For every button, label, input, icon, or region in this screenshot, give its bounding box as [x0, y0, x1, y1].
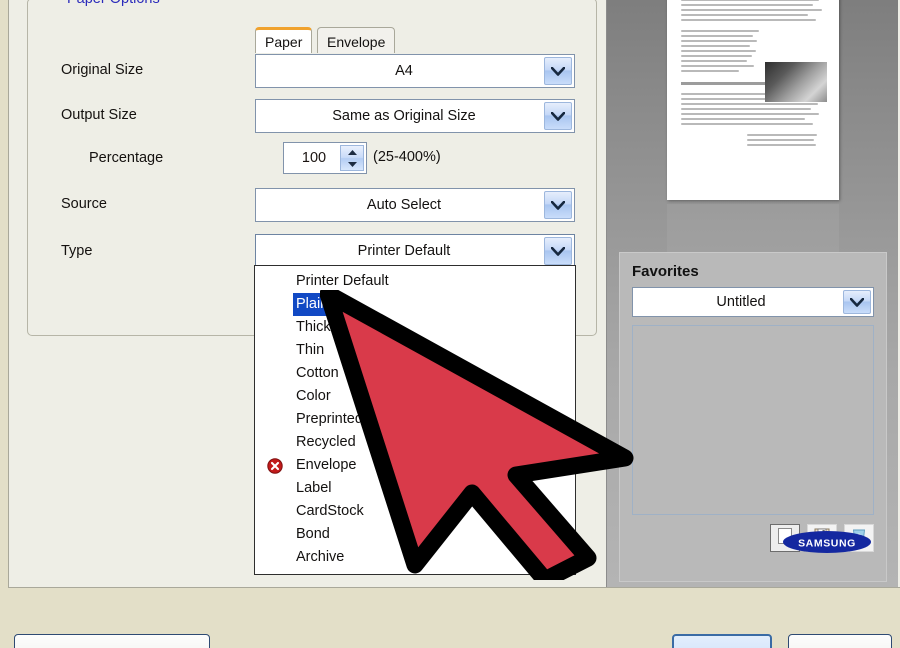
type-option-label: Printer Default [293, 270, 392, 293]
favorites-title: Favorites [632, 263, 874, 280]
type-option-label: Archive [293, 546, 347, 569]
bottom-left-button[interactable] [14, 634, 210, 648]
type-option-label: CardStock [293, 500, 367, 523]
chevron-down-icon[interactable] [544, 57, 572, 85]
type-option[interactable]: Envelope [255, 454, 575, 477]
bottom-cancel-button[interactable] [788, 634, 892, 648]
type-option[interactable]: Bond [255, 523, 575, 546]
favorites-selected-value: Untitled [633, 294, 873, 310]
original-size-value: A4 [256, 63, 574, 79]
favorites-combobox[interactable]: Untitled [632, 287, 874, 317]
type-option-label: Preprinted [293, 408, 366, 431]
type-option-label: Color [293, 385, 334, 408]
chevron-down-icon[interactable] [544, 237, 572, 265]
print-preferences-dialog: Paper Options Original Size Output Size … [8, 0, 900, 588]
type-option[interactable]: Color [255, 385, 575, 408]
label-percentage: Percentage [89, 150, 163, 166]
type-option-label: Plain [293, 293, 331, 316]
type-option-label: Bond [293, 523, 333, 546]
type-option[interactable]: Preprinted [255, 408, 575, 431]
spinner-down-icon[interactable] [341, 158, 363, 170]
type-option[interactable]: Cotton [255, 362, 575, 385]
type-option-label: Envelope [293, 454, 359, 477]
bottom-ok-button[interactable] [672, 634, 772, 648]
doc-paragraph [747, 134, 825, 146]
type-option-label: Cotton [293, 362, 342, 385]
percentage-stepper[interactable] [340, 145, 364, 171]
type-option[interactable]: Thin [255, 339, 575, 362]
spinner-up-icon[interactable] [341, 146, 363, 158]
output-size-combobox[interactable]: Same as Original Size [255, 99, 575, 133]
tab-envelope-label: Envelope [327, 34, 385, 50]
error-icon [267, 458, 283, 474]
tab-paper-label: Paper [265, 34, 302, 50]
label-type: Type [61, 243, 92, 259]
type-option[interactable]: Recycled [255, 431, 575, 454]
tab-envelope[interactable]: Envelope [317, 27, 395, 53]
type-option[interactable]: Archive [255, 546, 575, 569]
type-value: Printer Default [256, 243, 574, 259]
type-option[interactable]: Plain [255, 293, 575, 316]
source-combobox[interactable]: Auto Select [255, 188, 575, 222]
chevron-down-icon[interactable] [544, 191, 572, 219]
type-option[interactable]: Label [255, 477, 575, 500]
type-option[interactable]: CardStock [255, 500, 575, 523]
doc-paragraph [681, 0, 825, 21]
document-preview-page [667, 0, 839, 200]
document-preview-image [765, 62, 827, 102]
original-size-combobox[interactable]: A4 [255, 54, 575, 88]
chevron-down-icon[interactable] [544, 102, 572, 130]
favorites-listbox[interactable] [632, 325, 874, 515]
chevron-down-icon[interactable] [843, 290, 871, 314]
type-option[interactable]: Thick [255, 316, 575, 339]
document-preview-content [667, 0, 839, 200]
app-root: Paper Options Original Size Output Size … [0, 0, 900, 648]
type-option[interactable]: Printer Default [255, 270, 575, 293]
label-output-size: Output Size [61, 107, 137, 123]
tab-paper[interactable]: Paper [255, 27, 312, 53]
samsung-logo: SAMSUNG [782, 529, 872, 555]
label-original-size: Original Size [61, 62, 143, 78]
percentage-range-hint: (25-400%) [373, 149, 441, 165]
label-source: Source [61, 196, 107, 212]
favorites-panel: Favorites Untitled [619, 252, 887, 582]
type-option-label: Label [293, 477, 334, 500]
type-option-label: Thick [293, 316, 334, 339]
output-size-value: Same as Original Size [256, 108, 574, 124]
samsung-logo-text: SAMSUNG [798, 538, 856, 550]
type-option-label: Thin [293, 339, 327, 362]
paper-options-title: Paper Options [62, 0, 165, 7]
type-option-label: Recycled [293, 431, 359, 454]
percentage-spinner[interactable]: 100 [283, 142, 367, 174]
type-dropdown-list[interactable]: Printer DefaultPlainThickThinCottonColor… [254, 265, 576, 575]
source-value: Auto Select [256, 197, 574, 213]
type-combobox[interactable]: Printer Default [255, 234, 575, 268]
preview-pane: Favorites Untitled [606, 0, 898, 587]
